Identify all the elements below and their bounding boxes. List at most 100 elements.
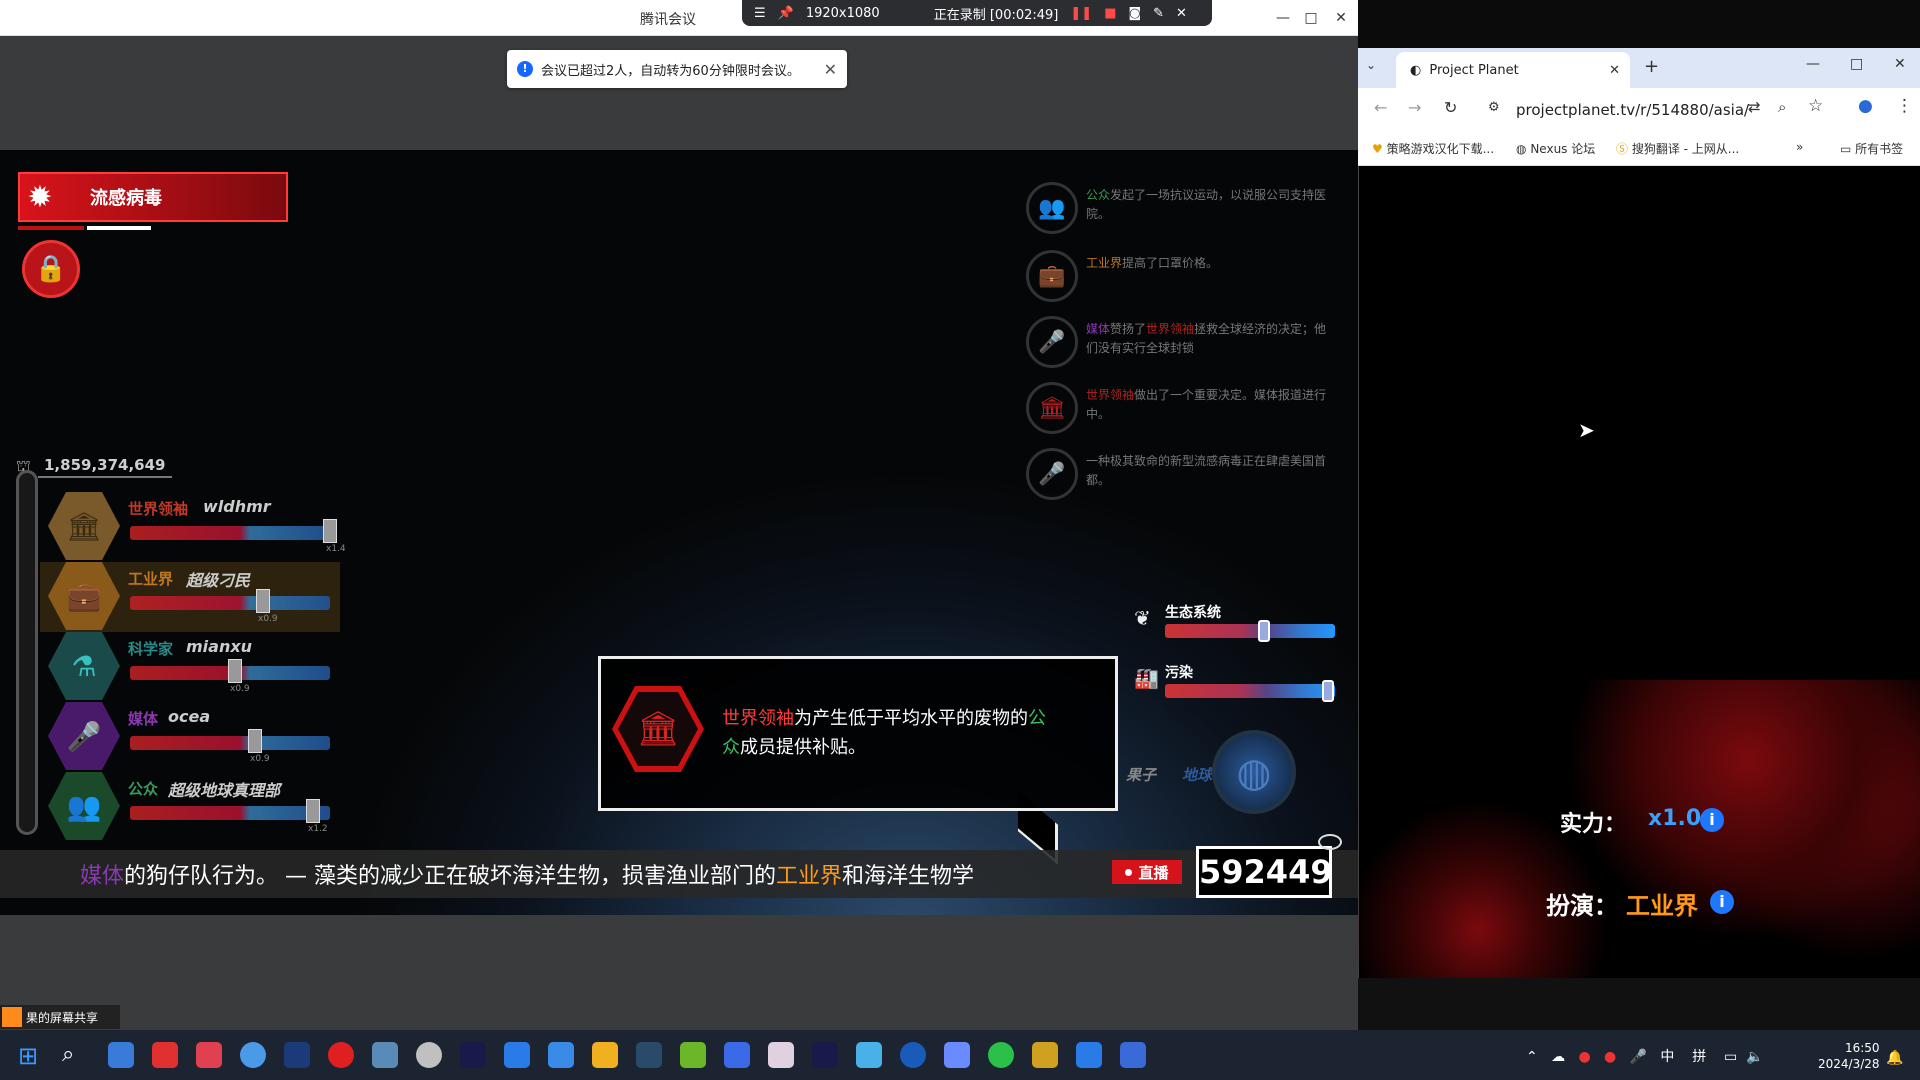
premiere-icon[interactable] bbox=[812, 1042, 838, 1068]
app-icon[interactable] bbox=[944, 1042, 970, 1068]
cloud-icon[interactable]: ☁ bbox=[1551, 1049, 1565, 1065]
site-info-icon[interactable]: ⚙ bbox=[1488, 100, 1500, 115]
app-icon[interactable] bbox=[900, 1042, 926, 1068]
app-tray-icon[interactable]: ● bbox=[1578, 1049, 1590, 1065]
ticker-target: 工业界 bbox=[776, 864, 843, 889]
tab-close-icon[interactable]: ✕ bbox=[1609, 63, 1620, 78]
ime-mode[interactable]: 中 bbox=[1660, 1049, 1674, 1065]
game-icon[interactable] bbox=[1032, 1042, 1058, 1068]
feed-item: 🏛 世界领袖做出了一个重要决定。媒体报道进行中。 bbox=[1022, 378, 1342, 434]
minimize-button[interactable]: — bbox=[1272, 8, 1294, 28]
browser-maximize[interactable]: □ bbox=[1850, 56, 1863, 72]
app-tray-icon[interactable]: ● bbox=[1604, 1049, 1616, 1065]
app-icon[interactable] bbox=[724, 1042, 750, 1068]
bookmark-item[interactable]: Ⓢ 搜狗翻译 - 上网从... bbox=[1616, 140, 1739, 157]
camera-icon[interactable]: ◙ bbox=[1128, 6, 1141, 21]
feed-actor: 公众 bbox=[1086, 188, 1111, 202]
app-icon[interactable] bbox=[416, 1042, 442, 1068]
user-icon bbox=[2, 1007, 22, 1027]
app-icon[interactable] bbox=[460, 1042, 486, 1068]
chevron-up-icon[interactable]: ⌃ bbox=[1526, 1049, 1538, 1065]
chrome-icon[interactable] bbox=[240, 1042, 266, 1068]
app-icon[interactable] bbox=[680, 1042, 706, 1068]
folder-icon[interactable] bbox=[592, 1042, 618, 1068]
app-icon[interactable] bbox=[196, 1042, 222, 1068]
faction-name: 媒体 bbox=[128, 710, 159, 728]
url-bar[interactable]: projectplanet.tv/r/514880/asia/ bbox=[1516, 94, 1780, 126]
env-bar bbox=[1165, 624, 1335, 638]
player-name: 果子 bbox=[1126, 766, 1157, 784]
faction-row[interactable]: 🏛 世界领袖 wldhmr x1.4 bbox=[48, 492, 348, 560]
bookmark-icon: ♥ bbox=[1372, 142, 1383, 156]
app-icon[interactable] bbox=[504, 1042, 530, 1068]
record-icon[interactable] bbox=[328, 1042, 354, 1068]
app-icon[interactable] bbox=[548, 1042, 574, 1068]
maximize-button[interactable]: □ bbox=[1300, 8, 1322, 28]
forward-icon[interactable]: → bbox=[1408, 98, 1421, 117]
browser-minimize[interactable]: — bbox=[1806, 56, 1820, 72]
virus-icon: ✹ bbox=[27, 180, 53, 215]
event-body: 为产生低于平均水平的废物的 bbox=[794, 708, 1028, 729]
notice-close-icon[interactable]: ✕ bbox=[824, 60, 837, 79]
env-bar bbox=[1165, 684, 1335, 698]
menu-icon[interactable]: ☰ bbox=[754, 6, 766, 21]
pause-icon[interactable]: ❚❚ bbox=[1070, 6, 1092, 21]
ime-pinyin[interactable]: 拼 bbox=[1692, 1049, 1706, 1065]
bookmark-label: 所有书签 bbox=[1855, 142, 1904, 156]
faction-row[interactable]: 👥 公众 超级地球真理部 x1.2 bbox=[48, 772, 348, 840]
lock-globe-icon[interactable]: 🔒 bbox=[22, 240, 80, 298]
network-icon[interactable]: ▭ bbox=[1724, 1049, 1737, 1065]
event-body-2: 成员提供补贴。 bbox=[740, 737, 866, 758]
new-tab-icon[interactable]: + bbox=[1644, 56, 1659, 77]
app-icon[interactable] bbox=[1076, 1042, 1102, 1068]
tab-search-icon[interactable]: ⌄ bbox=[1366, 58, 1376, 72]
faction-name: 科学家 bbox=[128, 640, 174, 658]
profile-icon[interactable]: ● bbox=[1858, 96, 1873, 116]
bookmark-item[interactable]: ♥ 策略游戏汉化下载... bbox=[1372, 140, 1494, 157]
app-icon[interactable] bbox=[108, 1042, 134, 1068]
search-icon[interactable]: ⌕ bbox=[62, 1042, 74, 1067]
info-icon[interactable]: i bbox=[1700, 808, 1724, 832]
app-icon[interactable] bbox=[284, 1042, 310, 1068]
faction-row[interactable]: 🎤 媒体 ocea x0.9 bbox=[48, 702, 348, 770]
more-bookmarks-icon[interactable]: » bbox=[1796, 140, 1803, 154]
notification-icon[interactable]: 🔔 bbox=[1886, 1050, 1903, 1066]
app-icon[interactable] bbox=[372, 1042, 398, 1068]
pin-icon[interactable]: 📌 bbox=[778, 6, 794, 21]
info-icon[interactable]: i bbox=[1710, 890, 1734, 914]
faction-knob bbox=[228, 659, 242, 683]
app-icon[interactable] bbox=[856, 1042, 882, 1068]
pen-icon[interactable]: ✎ bbox=[1153, 6, 1164, 21]
steam-icon[interactable] bbox=[636, 1042, 662, 1068]
reload-icon[interactable]: ↻ bbox=[1444, 98, 1457, 117]
volume-icon[interactable]: 🔈 bbox=[1746, 1049, 1763, 1065]
disease-progress-white bbox=[87, 226, 151, 230]
browser-tab[interactable]: ◐ Project Planet ✕ bbox=[1396, 52, 1630, 88]
wechat-icon[interactable] bbox=[988, 1042, 1014, 1068]
menu-icon[interactable]: ⋮ bbox=[1896, 96, 1913, 116]
close-button[interactable]: ✕ bbox=[1330, 8, 1352, 28]
browser-close[interactable]: ✕ bbox=[1894, 56, 1906, 72]
bookmark-item[interactable]: ▭ 所有书签 bbox=[1840, 140, 1903, 157]
globe-icon: ◍ bbox=[1516, 142, 1527, 156]
close-icon[interactable]: ✕ bbox=[1176, 6, 1187, 21]
app-icon[interactable] bbox=[768, 1042, 794, 1068]
stop-icon[interactable]: ■ bbox=[1104, 6, 1116, 21]
meeting-icon[interactable] bbox=[1120, 1042, 1146, 1068]
back-icon[interactable]: ← bbox=[1374, 98, 1387, 117]
translate-icon[interactable]: ⇄ bbox=[1748, 98, 1761, 116]
microphone-icon[interactable]: 🎤 bbox=[1630, 1049, 1647, 1065]
clock[interactable]: 16:50 2024/3/28 bbox=[1818, 1040, 1880, 1072]
share-text: 果的屏幕共享 bbox=[26, 1010, 99, 1025]
faction-row[interactable]: 💼 工业界 超级刁民 x0.9 bbox=[48, 562, 348, 630]
star-icon[interactable]: ☆ bbox=[1808, 96, 1823, 116]
zoom-icon[interactable]: ⌕ bbox=[1778, 98, 1786, 116]
earth-icon[interactable]: ◍ bbox=[1212, 730, 1296, 814]
app-icon[interactable] bbox=[152, 1042, 178, 1068]
people-icon: 👥 bbox=[48, 772, 120, 840]
windows-start-icon[interactable]: ⊞ bbox=[18, 1042, 38, 1070]
faction-row[interactable]: ⚗ 科学家 mianxu x0.9 bbox=[48, 632, 348, 700]
faction-bar bbox=[130, 526, 330, 540]
eye-icon[interactable] bbox=[1318, 834, 1342, 850]
bookmark-item[interactable]: ◍ Nexus 论坛 bbox=[1516, 140, 1595, 157]
